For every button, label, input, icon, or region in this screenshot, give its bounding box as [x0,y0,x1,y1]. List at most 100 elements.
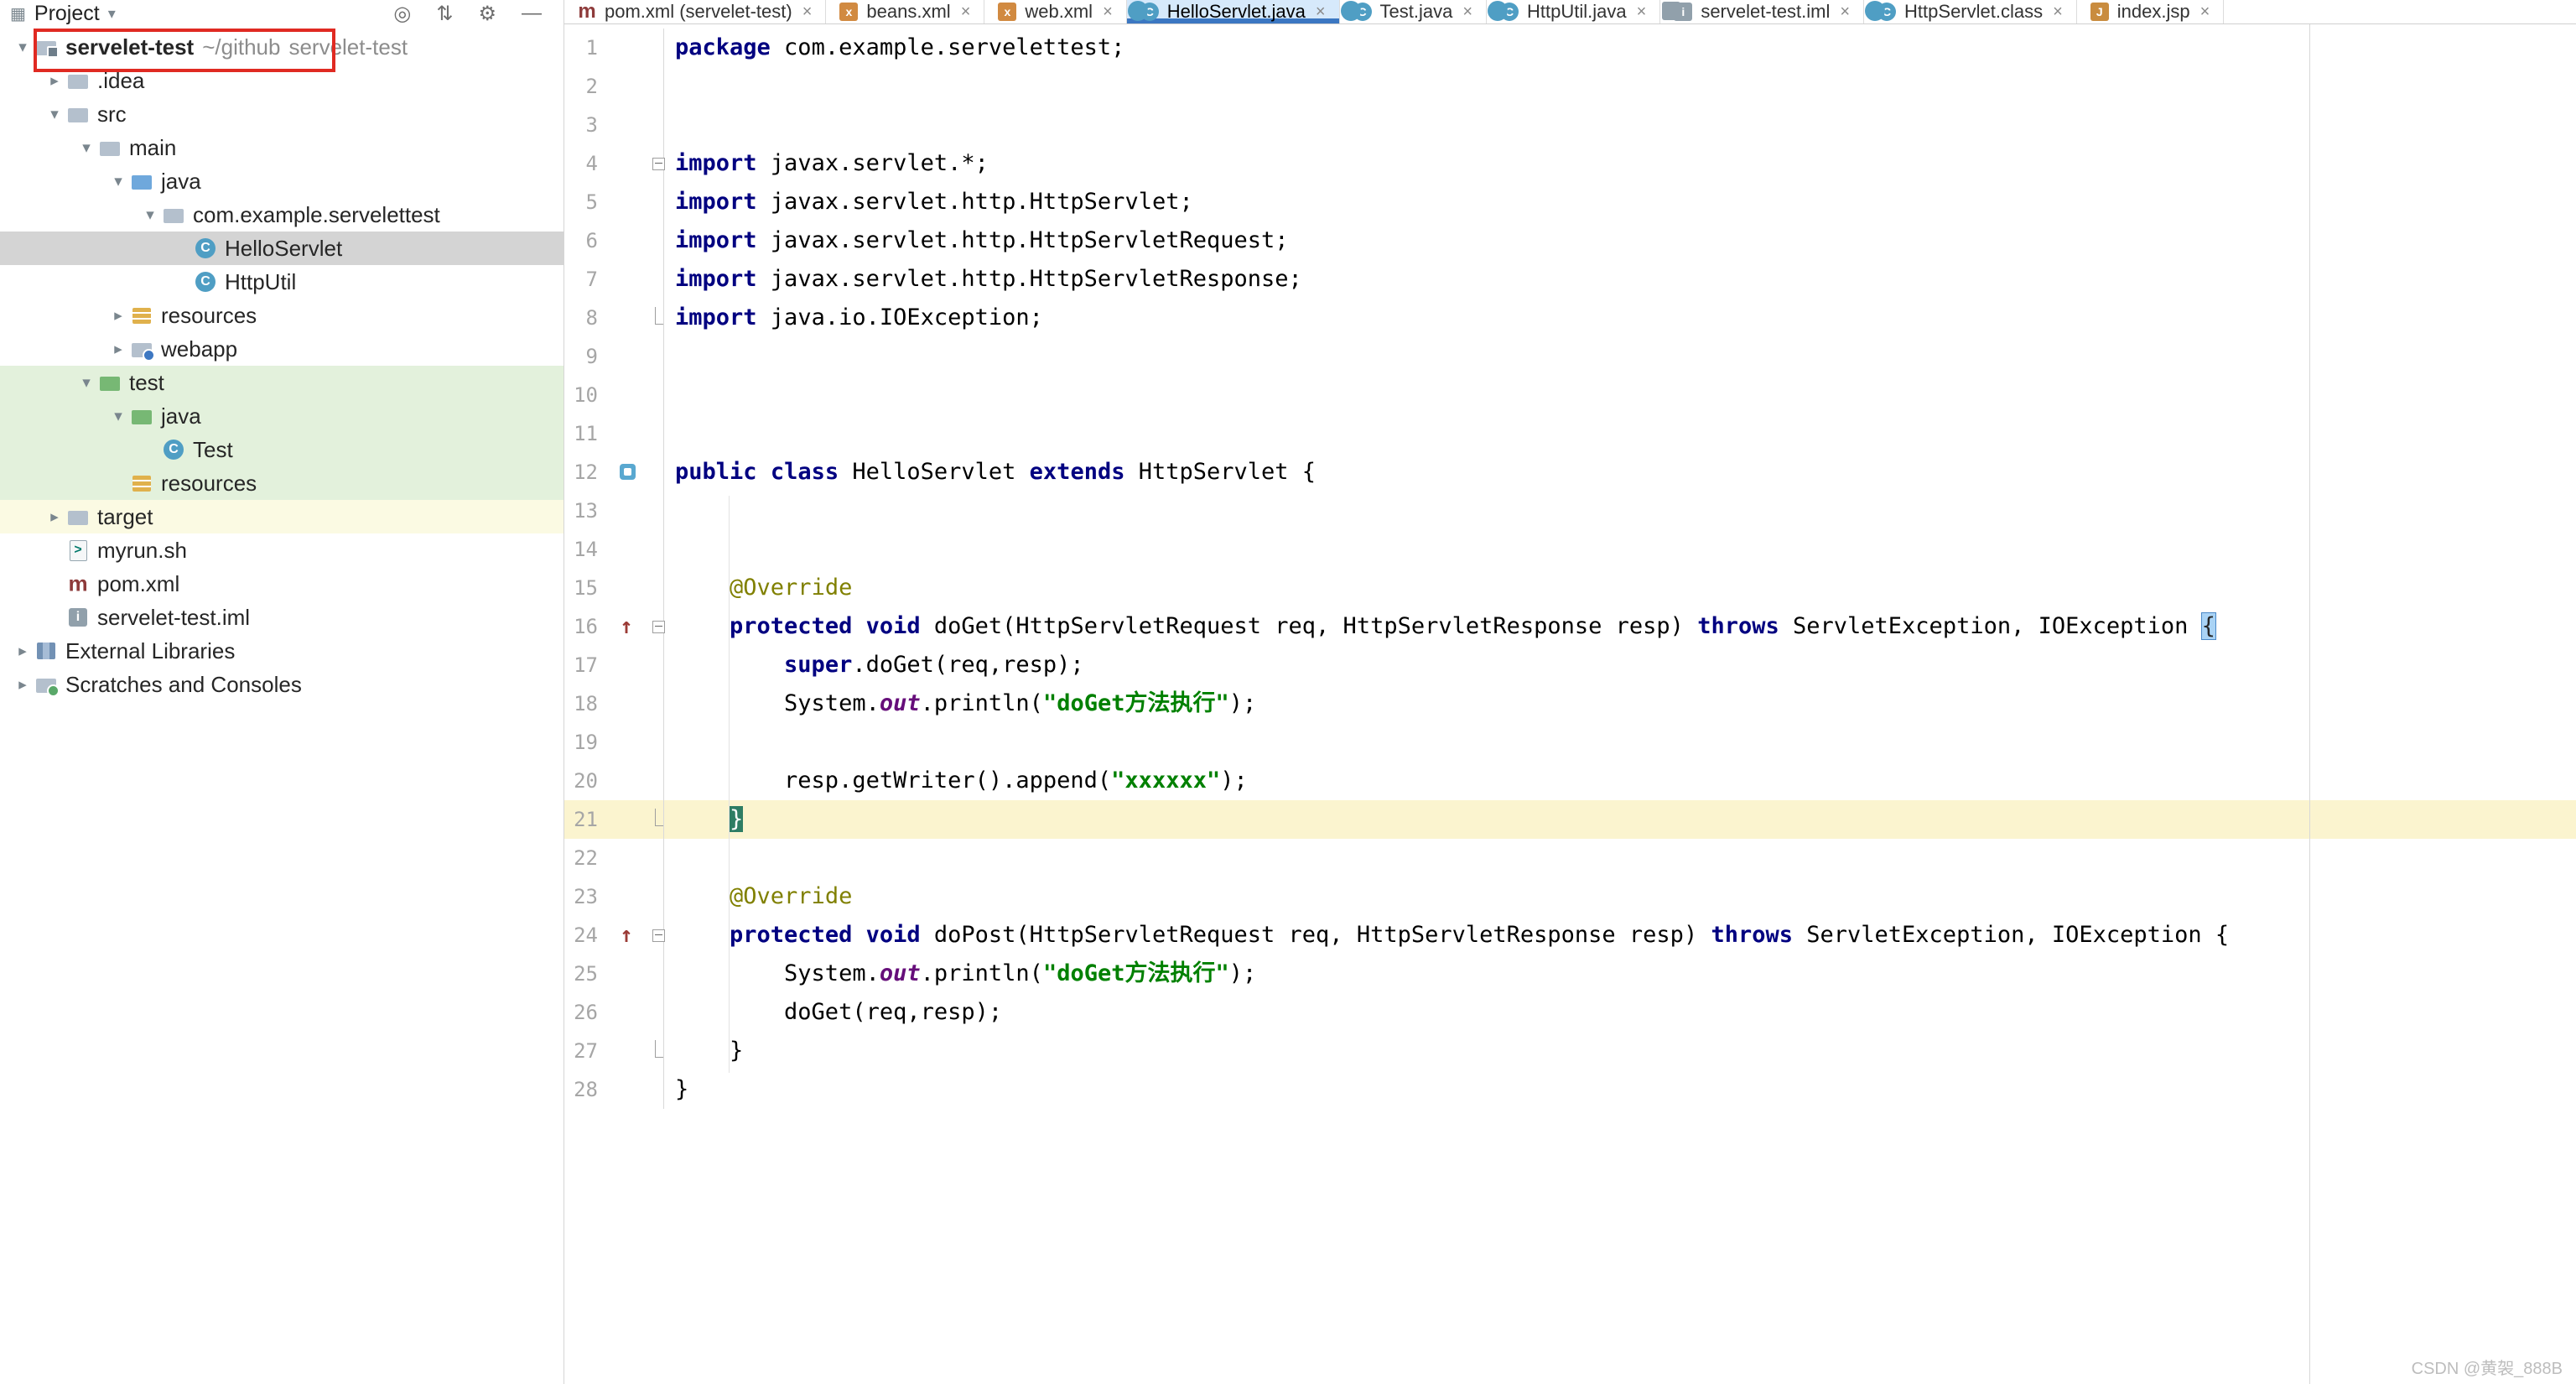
chevron-right-icon[interactable]: ▸ [10,675,35,695]
chevron-down-icon[interactable]: ▾ [74,373,99,393]
tab-web-xml[interactable]: x web.xml × [984,0,1127,23]
code-line[interactable]: 17 super.doGet(req,resp); [564,646,2576,684]
code-line[interactable]: 18 System.out.println("doGet方法执行"); [564,684,2576,723]
chevron-down-icon[interactable]: ▾ [42,105,67,124]
code-line[interactable]: 14 [564,530,2576,569]
code-line[interactable]: 5 import javax.servlet.http.HttpServlet; [564,183,2576,221]
fold-marker-end[interactable] [655,307,663,325]
code-line[interactable]: 1 package com.example.servelettest; [564,29,2576,67]
fold-marker-end[interactable] [655,1040,663,1058]
chevron-down-icon[interactable]: ▾ [106,172,131,191]
settings-gear-icon[interactable]: ⚙ [478,2,496,26]
tree-item-helloservlet[interactable]: HelloServlet [0,232,564,265]
tree-item-target[interactable]: ▸ target [0,500,564,533]
tab-helloservlet-java[interactable]: C HelloServlet.java × [1126,0,1340,23]
chevron-right-icon[interactable]: ▸ [106,340,131,359]
tree-item-external-libraries[interactable]: ▸ External Libraries [0,634,564,668]
tab-beans-xml[interactable]: x beans.xml × [826,0,985,23]
related-symbol-gutter-icon[interactable] [620,464,636,480]
code-line[interactable]: 25 System.out.println("doGet方法执行"); [564,955,2576,993]
code-line[interactable]: 6 import javax.servlet.http.HttpServletRe… [564,221,2576,260]
tree-item-idea[interactable]: ▸ .idea [0,64,564,97]
tab-index-jsp[interactable]: Jindex.jsp × [2077,0,2225,23]
chevron-down-icon[interactable]: ▾ [106,407,131,426]
tree-item-main[interactable]: ▾ main [0,131,564,164]
tree-item-servelet-test-iml[interactable]: servelet-test.iml [0,601,564,634]
code-line[interactable]: 15 @Override [564,569,2576,607]
locate-file-icon[interactable]: ◎ [393,2,411,26]
hide-panel-icon[interactable]: — [522,2,542,26]
tree-item-myrun-sh[interactable]: myrun.sh [0,533,564,567]
code-line[interactable]: 9 [564,337,2576,376]
code-line[interactable]: 16 ↑ protected void doGet(HttpServletRequ… [564,607,2576,646]
code-line[interactable]: 27 } [564,1032,2576,1070]
code-line[interactable]: 8 import java.io.IOException; [564,299,2576,337]
code-line[interactable]: 22 [564,839,2576,877]
tree-item-java[interactable]: ▾ java [0,164,564,198]
chevron-down-icon[interactable]: ▾ [138,206,163,225]
close-icon[interactable]: × [1637,3,1647,22]
code-line[interactable]: 21 } [564,800,2576,839]
code-line[interactable]: 19 [564,723,2576,762]
code-token: { [2201,613,2215,639]
tree-item-scratches-and-consoles[interactable]: ▸ Scratches and Consoles [0,668,564,701]
fold-marker-end[interactable] [655,809,663,826]
fold-marker-start[interactable] [652,621,665,633]
tree-item-test[interactable]: ▾ test [0,366,564,399]
editor-gutter: 10 [564,376,664,414]
code-line[interactable]: 4 import javax.servlet.*; [564,144,2576,183]
code-line[interactable]: 24 ↑ protected void doPost(HttpServletReq… [564,916,2576,955]
close-icon[interactable]: × [1840,3,1850,22]
iml-file-icon: i [1674,3,1693,21]
code-line[interactable]: 11 [564,414,2576,453]
chevron-right-icon[interactable]: ▸ [42,71,67,91]
code-line[interactable]: 12 public class HelloServlet extends Http… [564,453,2576,492]
tab-httpservlet-class[interactable]: C HttpServlet.class × [1864,0,2077,23]
overriding-method-gutter-icon[interactable]: ↑ [611,916,641,955]
tab-servelet-test-iml[interactable]: i servelet-test.iml × [1660,0,1865,23]
tree-item-resources[interactable]: resources [0,466,564,500]
expand-collapse-icon[interactable]: ⇅ [436,2,453,26]
close-icon[interactable]: × [2053,3,2063,22]
tree-item-webapp[interactable]: ▸ webapp [0,332,564,366]
tree-item-httputil[interactable]: HttpUtil [0,265,564,299]
code-line[interactable]: 26 doGet(req,resp); [564,993,2576,1032]
chevron-down-icon[interactable]: ▾ [10,38,35,57]
code-line[interactable]: 10 [564,376,2576,414]
fold-marker-start[interactable] [652,158,665,170]
chevron-right-icon[interactable]: ▸ [106,306,131,325]
code-line[interactable]: 13 [564,492,2576,530]
project-panel-title[interactable]: Project [34,2,100,26]
close-icon[interactable]: × [1103,3,1113,22]
chevron-right-icon[interactable]: ▸ [42,507,67,527]
fold-marker-start[interactable] [652,929,665,942]
chevron-down-icon[interactable]: ▾ [108,5,116,23]
chevron-down-icon[interactable]: ▾ [74,138,99,158]
code-line[interactable]: 23 @Override [564,877,2576,916]
tree-item-pom-xml[interactable]: pom.xml [0,567,564,601]
code-editor[interactable]: 1 package com.example.servelettest; 2 3 4 imp… [564,24,2576,1384]
chevron-right-icon[interactable]: ▸ [10,642,35,661]
overriding-method-gutter-icon[interactable]: ↑ [611,607,641,646]
close-icon[interactable]: × [961,3,971,22]
code-token: import [675,150,757,176]
close-icon[interactable]: × [1316,3,1326,22]
code-line[interactable]: 7 import javax.servlet.http.HttpServletRe… [564,260,2576,299]
code-line[interactable]: 2 [564,67,2576,106]
tab-httputil-java[interactable]: C HttpUtil.java × [1487,0,1661,23]
tab-test-java[interactable]: C Test.java × [1340,0,1488,23]
close-icon[interactable]: × [802,3,813,22]
tab-pom-xml-servelet-test[interactable]: m pom.xml (servelet-test) × [564,0,827,23]
tree-item-servelet-test[interactable]: ▾ servelet-test ~/github servelet-test [0,30,564,64]
tree-item-resources[interactable]: ▸ resources [0,299,564,332]
code-line[interactable]: 20 resp.getWriter().append("xxxxxx"); [564,762,2576,800]
close-icon[interactable]: × [1462,3,1472,22]
tree-item-java[interactable]: ▾ java [0,399,564,433]
code-line[interactable]: 28} [564,1070,2576,1109]
tree-item-src[interactable]: ▾ src [0,97,564,131]
code-line[interactable]: 3 [564,106,2576,144]
tree-item-test[interactable]: Test [0,433,564,466]
tree-item-com-example-servelettest[interactable]: ▾ com.example.servelettest [0,198,564,232]
close-icon[interactable]: × [2200,3,2210,22]
